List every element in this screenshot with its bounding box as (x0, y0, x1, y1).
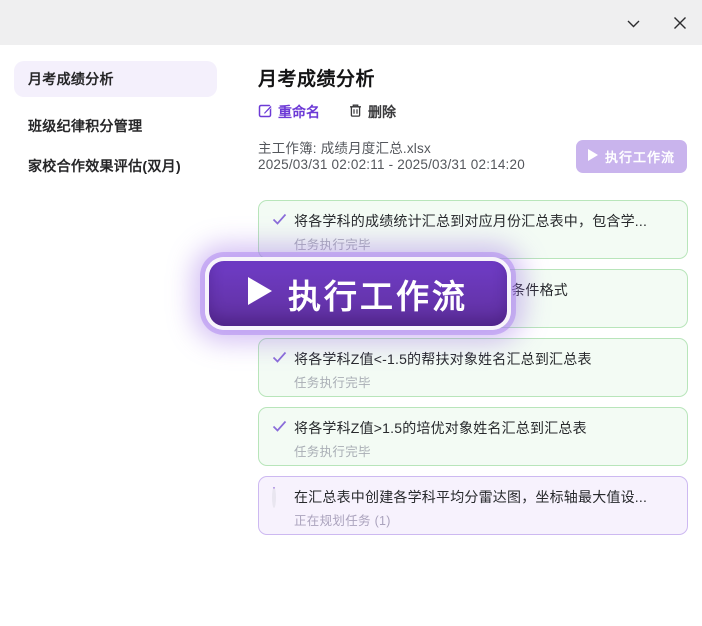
close-icon (672, 15, 688, 31)
task-text: 将各学科Z值>1.5的培优对象姓名汇总到汇总表 (294, 418, 587, 438)
sidebar-item-home-school-evaluation[interactable]: 家校合作效果评估(双月) (14, 148, 217, 184)
task-status: 正在规划任务 (1) (294, 510, 674, 529)
task-status: 任务执行完毕 (294, 372, 674, 391)
edit-pencil-icon (258, 103, 273, 121)
sidebar-item-label: 家校合作效果评估(双月) (28, 156, 181, 176)
task-card[interactable]: 在汇总表中创建各学科平均分雷达图，坐标轴最大值设... 正在规划任务 (1) (258, 476, 688, 535)
delete-button[interactable]: 删除 (348, 102, 396, 122)
rename-button[interactable]: 重命名 (258, 102, 320, 122)
chevron-down-icon (625, 15, 642, 32)
page-title: 月考成绩分析 (258, 64, 375, 91)
title-action-bar: 重命名 删除 (258, 102, 396, 122)
run-workflow-overlay-label: 执行工作流 (288, 270, 468, 318)
play-icon (588, 149, 598, 164)
task-status: 任务执行完毕 (294, 234, 674, 253)
trash-icon (348, 103, 363, 121)
task-list: 将各学科的成绩统计汇总到对应月份汇总表中，包含学... 任务执行完毕 置条件格式… (258, 200, 688, 545)
sidebar-item-label: 月考成绩分析 (28, 69, 114, 89)
rename-label: 重命名 (278, 102, 320, 122)
check-icon (272, 420, 287, 438)
sidebar-item-monthly-score-analysis[interactable]: 月考成绩分析 (14, 61, 217, 97)
task-text: 将各学科的成绩统计汇总到对应月份汇总表中，包含学... (294, 211, 647, 231)
play-icon (248, 275, 272, 313)
check-icon (272, 351, 287, 369)
close-window-button[interactable] (666, 9, 694, 37)
task-card[interactable]: 将各学科的成绩统计汇总到对应月份汇总表中，包含学... 任务执行完毕 (258, 200, 688, 259)
loading-spinner-icon (272, 489, 287, 507)
task-status: 任务执行完毕 (294, 441, 674, 460)
run-workflow-label: 执行工作流 (605, 147, 675, 166)
time-range: 2025/03/31 02:02:11 - 2025/03/31 02:14:2… (258, 157, 525, 172)
window-titlebar (0, 0, 702, 45)
sidebar-item-label: 班级纪律积分管理 (28, 116, 142, 136)
task-card[interactable]: 将各学科Z值>1.5的培优对象姓名汇总到汇总表 任务执行完毕 (258, 407, 688, 466)
collapse-window-button[interactable] (619, 9, 647, 37)
workbook-info: 主工作簿: 成绩月度汇总.xlsx (258, 137, 431, 157)
task-card[interactable]: 将各学科Z值<-1.5的帮扶对象姓名汇总到汇总表 任务执行完毕 (258, 338, 688, 397)
task-text: 将各学科Z值<-1.5的帮扶对象姓名汇总到汇总表 (294, 349, 592, 369)
task-text: 在汇总表中创建各学科平均分雷达图，坐标轴最大值设... (294, 487, 647, 507)
delete-label: 删除 (368, 102, 396, 122)
check-icon (272, 213, 287, 231)
run-workflow-overlay-button[interactable]: 执行工作流 (205, 257, 511, 330)
sidebar-item-class-discipline-points[interactable]: 班级纪律积分管理 (14, 108, 217, 144)
run-workflow-button[interactable]: 执行工作流 (576, 140, 687, 173)
